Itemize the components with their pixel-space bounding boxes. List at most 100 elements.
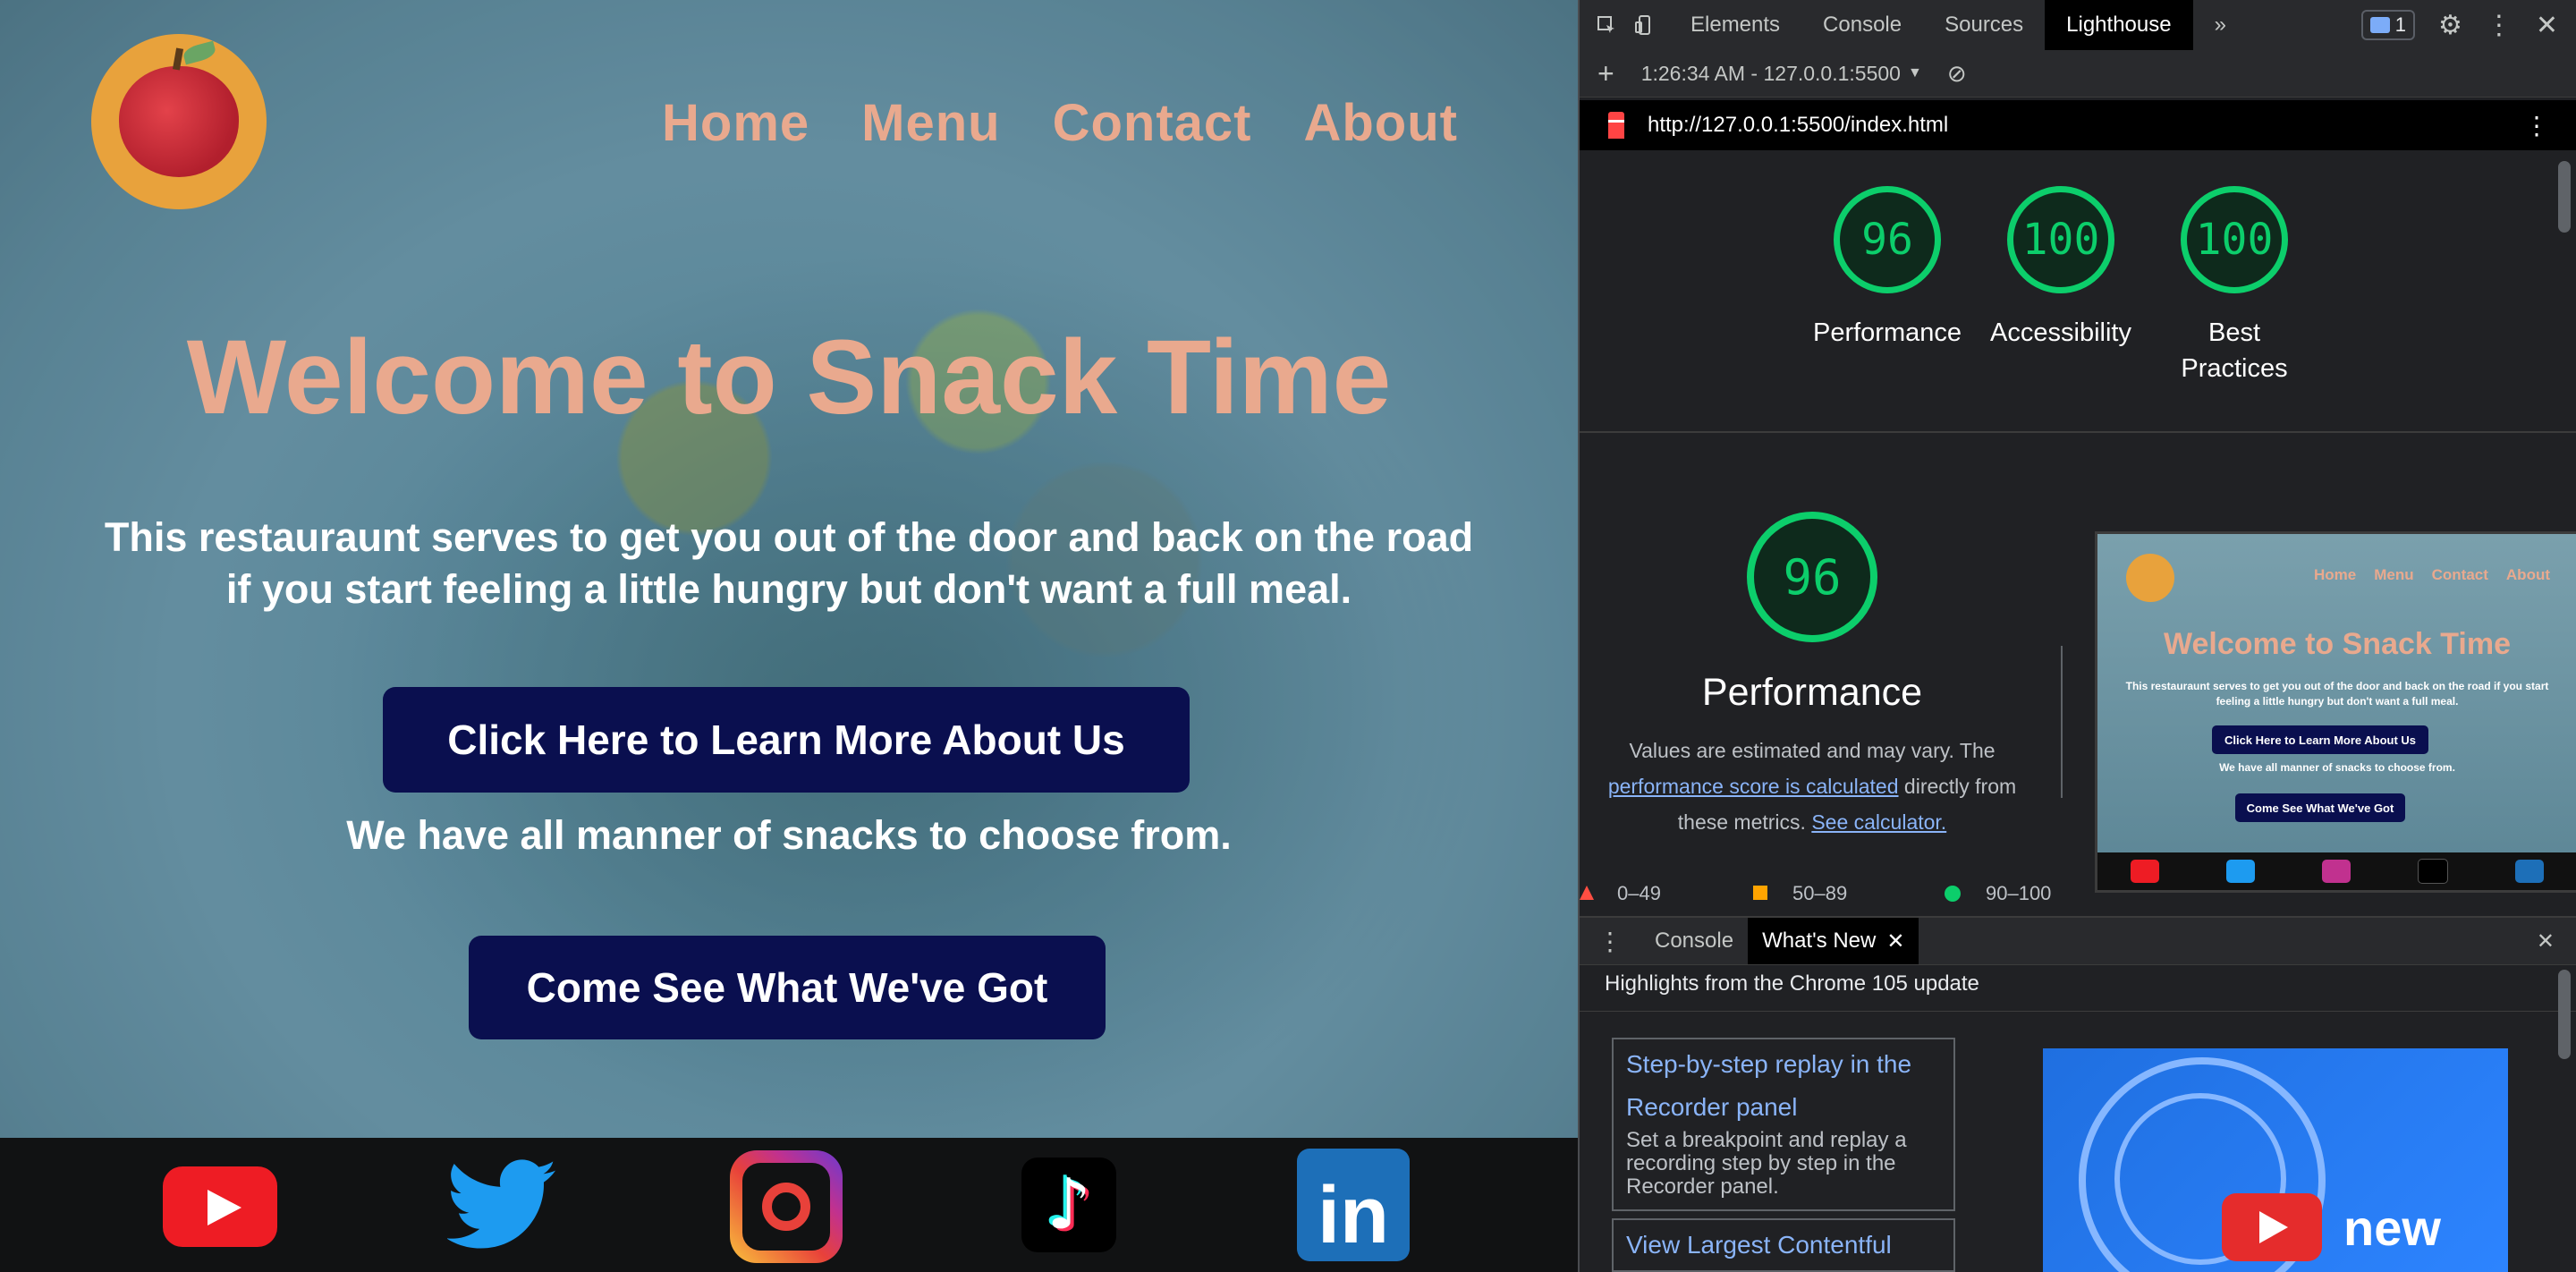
- average-square-icon: [1753, 886, 1767, 900]
- twitter-icon[interactable]: [447, 1158, 558, 1254]
- feature-card-title[interactable]: Step-by-step replay in the Recorder pane…: [1626, 1043, 1941, 1129]
- menu-button[interactable]: Come See What We've Got: [469, 936, 1106, 1039]
- thumb-logo: [2126, 554, 2174, 602]
- legend-average: 50–89: [1792, 882, 1848, 904]
- legend-fail: 0–49: [1617, 882, 1661, 904]
- feature-card[interactable]: View Largest Contentful: [1612, 1218, 1955, 1272]
- youtube-icon: [2131, 860, 2160, 883]
- new-report-icon[interactable]: +: [1597, 57, 1614, 90]
- snacks-text: We have all manner of snacks to choose f…: [346, 812, 1232, 858]
- thumb-learn-more-button: Click Here to Learn More About Us: [2212, 725, 2428, 754]
- inspect-icon[interactable]: [1596, 14, 1617, 36]
- instagram-icon: [2321, 860, 2351, 883]
- gauge-label: Best Practices: [2181, 318, 2288, 383]
- drawer-tab-console[interactable]: Console: [1640, 918, 1748, 964]
- tab-lighthouse[interactable]: Lighthouse: [2045, 0, 2193, 50]
- vertical-divider: [2061, 646, 2063, 798]
- drawer-divider: [1580, 1011, 2576, 1012]
- score-legend: 0–49 50–89 90–100: [1580, 882, 2576, 914]
- twitter-icon: [2226, 860, 2256, 883]
- performance-note: Values are estimated and may vary. The p…: [1580, 733, 2045, 840]
- gauge-accessibility[interactable]: 100 Accessibility: [1971, 186, 2150, 351]
- see-calculator-link[interactable]: See calculator.: [1811, 810, 1946, 834]
- more-tabs-button[interactable]: »: [2193, 0, 2248, 50]
- thumb-nav-item: Contact: [2431, 566, 2488, 583]
- gauge-best-practices[interactable]: 100 Best Practices: [2145, 186, 2324, 386]
- thumb-nav-item: Home: [2314, 566, 2357, 583]
- nav-home-link[interactable]: Home: [662, 93, 809, 153]
- gauge-ring: 100: [2007, 186, 2114, 293]
- whats-new-highlight: Highlights from the Chrome 105 update: [1605, 971, 1979, 996]
- issues-counter[interactable]: 1: [2360, 10, 2415, 40]
- website-viewport: Home Menu Contact About Welcome to Snack…: [0, 0, 1578, 1272]
- close-devtools-icon[interactable]: ✕: [2536, 10, 2558, 41]
- hero-description: This restauraunt serves to get you out o…: [104, 514, 1474, 612]
- report-menu-icon[interactable]: ⋮: [2524, 111, 2549, 140]
- main-nav: Home Menu Contact About: [662, 93, 1458, 153]
- more-options-icon[interactable]: ⋮: [2486, 10, 2512, 41]
- snack-time-logo[interactable]: [91, 34, 267, 209]
- report-url[interactable]: http://127.0.0.1:5500/index.html: [1648, 113, 1948, 138]
- issues-count: 1: [2394, 13, 2406, 36]
- performance-title: Performance: [1701, 671, 1923, 714]
- gauge-ring: 96: [1834, 186, 1941, 293]
- close-tab-icon[interactable]: ✕: [1886, 929, 1904, 954]
- pass-circle-icon: [1945, 886, 1961, 902]
- thumb-snacks-text: We have all manner of snacks to choose f…: [2219, 761, 2455, 774]
- drawer-tab-label: What's New: [1762, 929, 1877, 953]
- devtools-panel: Elements Console Sources Lighthouse » 1 …: [1580, 0, 2576, 1272]
- tab-console[interactable]: Console: [1801, 0, 1923, 50]
- clear-reports-icon[interactable]: ⊘: [1947, 60, 1967, 88]
- play-icon[interactable]: [2222, 1193, 2322, 1261]
- tiktok-icon[interactable]: ♪: [1021, 1158, 1116, 1252]
- gauge-performance[interactable]: 96 Performance: [1798, 186, 1977, 351]
- issue-icon: [2369, 17, 2390, 33]
- learn-more-button[interactable]: Click Here to Learn More About Us: [383, 687, 1190, 793]
- thumb-nav-item: Menu: [2374, 566, 2414, 583]
- score-calculated-link[interactable]: performance score is calculated: [1608, 775, 1899, 798]
- tab-sources[interactable]: Sources: [1923, 0, 2045, 50]
- drawer-menu-icon[interactable]: ⋮: [1580, 927, 1640, 956]
- devtools-tabbar: Elements Console Sources Lighthouse » 1 …: [1580, 0, 2576, 51]
- video-label: new: [2343, 1200, 2441, 1256]
- gauge-label: Performance: [1812, 318, 1962, 347]
- feature-card[interactable]: Step-by-step replay in the Recorder pane…: [1612, 1038, 1955, 1211]
- report-url-bar: http://127.0.0.1:5500/index.html ⋮: [1580, 100, 2576, 150]
- thumb-nav: Home Menu Contact About: [2314, 566, 2550, 584]
- youtube-icon[interactable]: [163, 1166, 277, 1247]
- social-footer: ♪ in: [0, 1138, 1578, 1272]
- whats-new-video[interactable]: new: [2043, 1048, 2508, 1272]
- feature-card-description: Set a breakpoint and replay a recording …: [1626, 1128, 1907, 1199]
- performance-summary: 96 Performance Values are estimated and …: [1580, 512, 2045, 840]
- report-select[interactable]: 1:26:34 AM - 127.0.0.1:5500: [1641, 62, 1901, 86]
- linkedin-icon[interactable]: in: [1297, 1149, 1410, 1261]
- feature-card-title[interactable]: View Largest Contentful: [1626, 1224, 1941, 1267]
- close-drawer-icon[interactable]: ✕: [2537, 929, 2555, 954]
- thumb-menu-button: Come See What We've Got: [2235, 793, 2405, 822]
- drawer-scrollbar[interactable]: [2558, 970, 2571, 1059]
- chevron-down-icon[interactable]: ▼: [1908, 65, 1922, 81]
- section-divider: [1580, 431, 2576, 433]
- instagram-icon[interactable]: [730, 1150, 843, 1263]
- report-scrollbar[interactable]: [2558, 161, 2571, 233]
- thumb-title: Welcome to Snack Time: [2164, 627, 2511, 661]
- gauge-label: Accessibility: [1990, 318, 2131, 347]
- lighthouse-icon: [1608, 112, 1624, 139]
- nav-contact-link[interactable]: Contact: [1053, 93, 1252, 153]
- note-text: Values are estimated and may vary. The: [1629, 739, 1996, 762]
- drawer-tabbar: ⋮ Console What's New ✕ ✕: [1580, 916, 2576, 965]
- nav-about-link[interactable]: About: [1303, 93, 1458, 153]
- gauge-ring: 100: [2181, 186, 2288, 293]
- tiktok-icon: [2417, 859, 2448, 884]
- thumb-nav-item: About: [2505, 566, 2550, 583]
- tab-elements[interactable]: Elements: [1669, 0, 1801, 50]
- performance-gauge: 96: [1747, 512, 1877, 642]
- lighthouse-toolbar: + 1:26:34 AM - 127.0.0.1:5500 ▼ ⊘: [1580, 50, 2576, 98]
- fail-triangle-icon: [1580, 886, 1594, 900]
- nav-menu-link[interactable]: Menu: [861, 93, 1000, 153]
- final-screenshot-thumbnail[interactable]: Home Menu Contact About Welcome to Snack…: [2095, 531, 2576, 893]
- settings-gear-icon[interactable]: ⚙: [2438, 10, 2462, 41]
- hero-title: Welcome to Snack Time: [186, 318, 1392, 437]
- drawer-tab-whats-new[interactable]: What's New ✕: [1748, 918, 1919, 964]
- device-toggle-icon[interactable]: [1633, 14, 1655, 36]
